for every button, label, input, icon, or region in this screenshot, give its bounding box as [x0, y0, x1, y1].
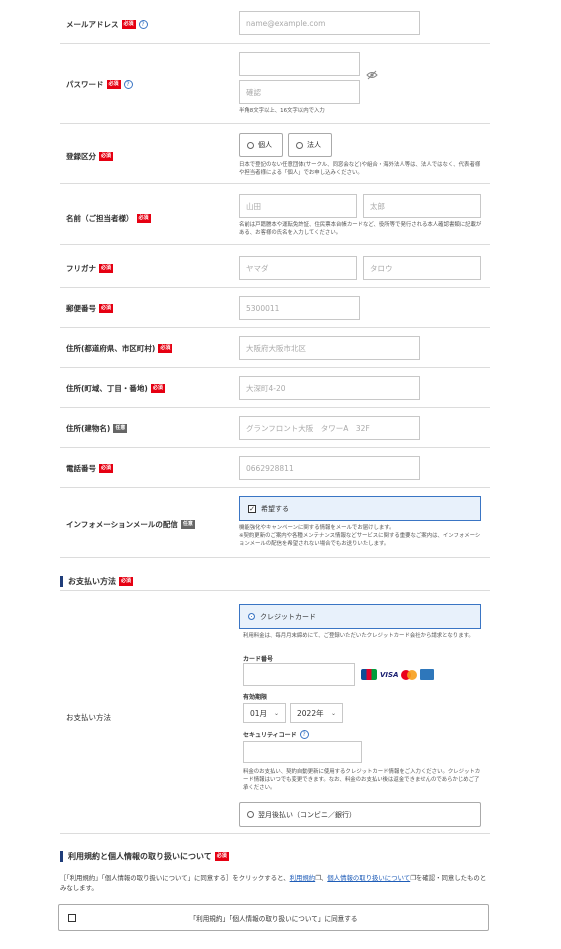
postal-input[interactable]: 5300011: [239, 296, 360, 320]
address3-label: 住所(建物名) 任意: [66, 424, 128, 433]
divider: [60, 590, 490, 591]
optional-badge: 任意: [113, 424, 128, 433]
divider: [60, 833, 490, 834]
radio-icon: [247, 141, 254, 149]
divider: [60, 447, 490, 448]
required-badge: 必須: [214, 852, 229, 861]
privacy-link[interactable]: 個人情報の取り扱いについて: [327, 874, 410, 882]
divider: [60, 287, 490, 288]
password-input[interactable]: [239, 52, 360, 76]
mastercard-icon: [401, 669, 418, 680]
password-confirm-input[interactable]: 確認: [239, 80, 360, 104]
deferred-payment-option[interactable]: 翌月後払い（コンビニ／銀行）: [239, 802, 481, 827]
terms-text: ［「利用規約」「個人情報の取り扱いについて」に同意する］をクリックすると、利用規…: [60, 874, 487, 892]
credit-note: 利用料金は、毎月月末締めにて、ご登録いただいたクレジットカード会社から請求となり…: [243, 633, 474, 639]
required-badge: 必須: [99, 304, 114, 313]
card-number-input[interactable]: [243, 663, 355, 686]
card-brands: VISA: [361, 669, 435, 680]
address1-label: 住所(都道府県、市区町村) 必須: [66, 344, 173, 353]
required-badge: 必須: [119, 577, 134, 586]
postal-label: 郵便番号 必須: [66, 304, 114, 313]
payment-method-label: お支払い方法: [66, 713, 111, 722]
expiry-month-select[interactable]: 01月 ⌄: [243, 703, 286, 723]
cvc-note: 料金のお支払い、契約自動更新に使用するクレジットカード情報をご入力ください。クレ…: [243, 769, 481, 791]
newsletter-label: インフォメーションメールの配信 任意: [66, 520, 195, 529]
name-note: 名前は戸籍謄本や運転免許証、住民票本台帳カードなど、役所等で発行される本人確認書…: [239, 222, 482, 236]
terms-section-title: 利用規約と個人情報の取り扱いについて 必須: [60, 851, 229, 862]
email-label: メールアドレス 必須?: [66, 19, 148, 30]
registration-note: 日本で登記のない任意団体(サークル、同窓会など)や組合・海外法人等は、法人ではな…: [239, 162, 481, 176]
card-number-label: カード番号: [243, 656, 274, 663]
required-badge: 必須: [106, 80, 121, 89]
chevron-down-icon: ⌄: [273, 709, 279, 717]
divider: [60, 327, 490, 328]
radio-individual[interactable]: 個人: [239, 133, 283, 157]
address2-input[interactable]: 大深町4-20: [239, 376, 420, 400]
divider: [60, 557, 490, 558]
newsletter-note-1: 機能強化やキャンペーンに関する情報をメールでお届けします。: [239, 525, 395, 531]
radio-icon: [296, 141, 303, 149]
required-badge: 必須: [150, 384, 165, 393]
required-badge: 必須: [99, 264, 114, 273]
required-badge: 必須: [136, 214, 151, 223]
optional-badge: 任意: [180, 520, 195, 529]
first-name-input[interactable]: 太郎: [363, 194, 481, 218]
phone-input[interactable]: 0662928811: [239, 456, 420, 480]
divider: [60, 367, 490, 368]
radio-icon: [247, 811, 254, 818]
cvc-input[interactable]: [243, 741, 362, 763]
address3-input[interactable]: グランフロント大阪 タワーA 32F: [239, 416, 420, 440]
amex-icon: [420, 669, 435, 680]
help-icon[interactable]: ?: [299, 730, 309, 739]
furigana-last-input[interactable]: ヤマダ: [239, 256, 357, 280]
phone-label: 電話番号 必須: [66, 464, 114, 473]
radio-corporate[interactable]: 法人: [288, 133, 332, 157]
divider: [60, 244, 490, 245]
password-note: 半角8文字以上、16文字以内で入力: [239, 108, 325, 114]
help-icon[interactable]: ?: [138, 20, 148, 29]
eye-off-icon[interactable]: [366, 70, 378, 80]
help-icon[interactable]: ?: [123, 80, 133, 89]
jcb-icon: [361, 669, 377, 680]
checkbox-checked-icon: ✓: [248, 504, 256, 513]
chevron-down-icon: ⌄: [330, 709, 336, 717]
furigana-label: フリガナ 必須: [66, 264, 114, 273]
required-badge: 必須: [121, 20, 136, 29]
agree-checkbox[interactable]: 「利用規約」「個人情報の取り扱いについて」に同意する: [58, 904, 489, 931]
required-badge: 必須: [99, 152, 114, 161]
address2-label: 住所(町域、丁目・番地) 必須: [66, 384, 165, 393]
newsletter-checkbox[interactable]: ✓ 希望する: [239, 496, 481, 521]
radio-selected-icon: [248, 613, 255, 620]
password-label: パスワード 必須?: [66, 79, 133, 90]
visa-icon: VISA: [380, 670, 399, 679]
newsletter-note-2: ※契約更新のご案内や各種メンテナンス情報などサービスに関する重要なご案内は、イン…: [239, 533, 481, 547]
divider: [60, 183, 490, 184]
expiry-label: 有効期限: [243, 694, 268, 701]
registration-label: 登録区分 必須: [66, 152, 114, 161]
terms-link[interactable]: 利用規約: [290, 874, 316, 882]
furigana-first-input[interactable]: タロウ: [363, 256, 481, 280]
expiry-year-select[interactable]: 2022年 ⌄: [290, 703, 343, 723]
required-badge: 必須: [158, 344, 173, 353]
required-badge: 必須: [99, 464, 114, 473]
divider: [60, 43, 490, 44]
address1-input[interactable]: 大阪府大阪市北区: [239, 336, 420, 360]
divider: [60, 487, 490, 488]
checkbox-icon: [68, 913, 76, 922]
last-name-input[interactable]: 山田: [239, 194, 357, 218]
email-input[interactable]: name@example.com: [239, 11, 420, 35]
divider: [60, 407, 490, 408]
credit-card-option[interactable]: クレジットカード: [239, 604, 481, 629]
divider: [60, 123, 490, 124]
payment-section-title: お支払い方法 必須: [60, 576, 134, 587]
name-label: 名前（ご担当者様） 必須: [66, 214, 151, 223]
cvc-label: セキュリティコード?: [243, 730, 309, 739]
